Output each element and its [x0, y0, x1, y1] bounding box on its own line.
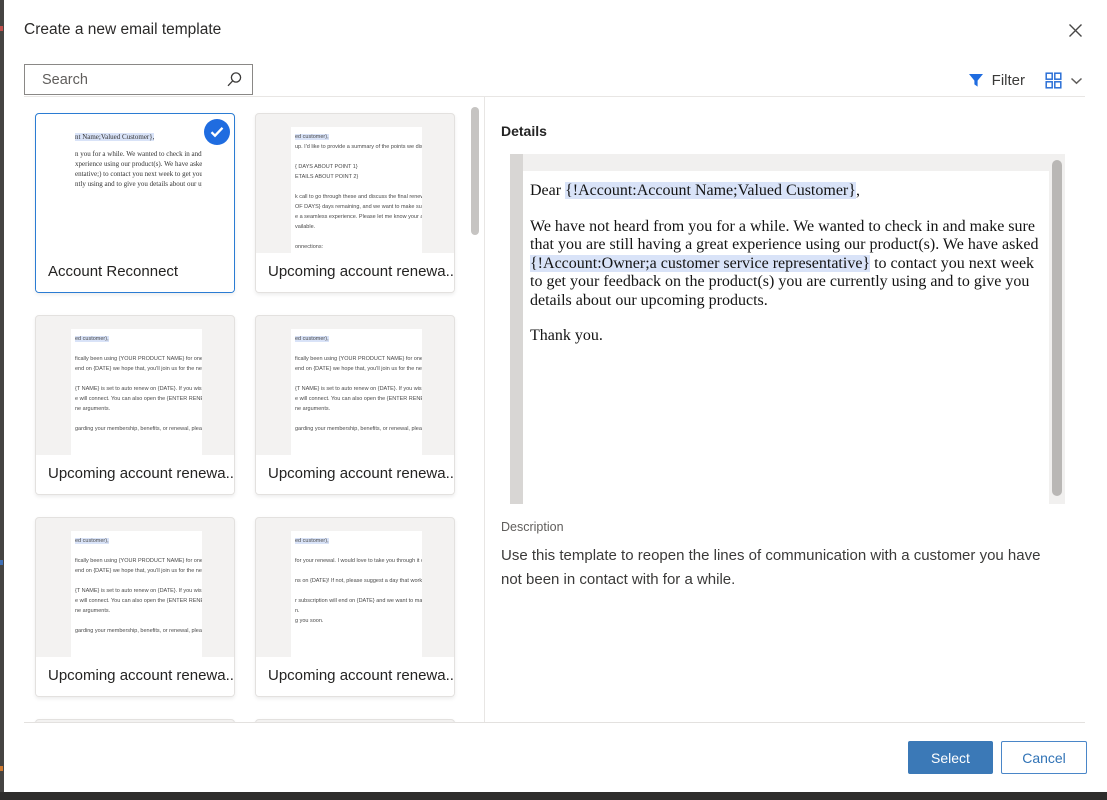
close-button[interactable]	[1065, 20, 1085, 40]
template-thumbnail: ed customer), fically been using {YOUR P…	[36, 518, 234, 657]
cancel-button[interactable]: Cancel	[1001, 741, 1087, 774]
create-email-template-dialog: Create a new email template Filter	[4, 0, 1107, 792]
search-box	[24, 64, 253, 95]
template-list-panel: nt Name;Valued Customer},n you for a whi…	[24, 97, 485, 722]
merge-token-owner: {!Account:Owner;a customer service repre…	[530, 255, 870, 272]
preview-scrollbar-thumb[interactable]	[1052, 160, 1062, 496]
template-preview: Dear {!Account:Account Name;Valued Custo…	[510, 154, 1065, 504]
template-name: Upcoming account renewa...	[256, 455, 454, 494]
template-name: Account Reconnect	[36, 253, 234, 292]
template-card-upcoming-renewal-5[interactable]: ed customer), for your renewal. I would …	[255, 517, 455, 697]
search-icon[interactable]	[226, 71, 243, 88]
template-card-upcoming-renewal-1[interactable]: ed customer),up. I'd like to provide a s…	[255, 113, 455, 293]
footer-divider	[24, 722, 1085, 723]
template-card-upcoming-renewal-2[interactable]: ed customer), fically been using {YOUR P…	[35, 315, 235, 495]
preview-margin-strip	[510, 154, 523, 504]
template-grid: nt Name;Valued Customer},n you for a whi…	[24, 97, 484, 722]
close-icon	[1068, 23, 1083, 38]
template-list-scrollbar-thumb[interactable]	[471, 107, 479, 235]
preview-scrollbar-track	[1049, 154, 1065, 504]
background-pixel	[0, 560, 3, 565]
thumbnail-text: ed customer),up. I'd like to provide a s…	[291, 127, 422, 253]
background-pixel	[0, 26, 3, 31]
template-card-account-reconnect[interactable]: nt Name;Valued Customer},n you for a whi…	[35, 113, 235, 293]
description-text: Use this template to reopen the lines of…	[501, 544, 1053, 592]
chevron-down-icon	[1070, 75, 1083, 86]
template-name: Upcoming account renewa...	[256, 657, 454, 696]
thumbnail-text: ed customer), fically been using {YOUR P…	[291, 329, 422, 455]
template-thumbnail: ed customer),up. I'd like to provide a s…	[256, 114, 454, 253]
grid-view-icon	[1045, 72, 1062, 89]
template-thumbnail: ed customer), for your renewal. I would …	[256, 518, 454, 657]
background-page-edge	[0, 792, 1107, 800]
merge-token-account-name: {!Account:Account Name;Valued Customer}	[565, 182, 856, 199]
selected-check-badge	[204, 119, 230, 145]
background-pixel	[0, 766, 3, 771]
preview-greeting: Dear {!Account:Account Name;Valued Custo…	[530, 182, 1041, 201]
template-name: Upcoming account renewa...	[36, 657, 234, 696]
template-thumbnail: ed customer), fically been using {YOUR P…	[256, 316, 454, 455]
thumbnail-text: ed customer), fically been using {YOUR P…	[71, 329, 202, 455]
filter-button[interactable]: Filter	[968, 72, 1025, 89]
toolbar-right: Filter	[968, 66, 1083, 94]
select-button[interactable]: Select	[908, 741, 993, 774]
filter-label: Filter	[992, 72, 1025, 89]
details-heading: Details	[501, 123, 1091, 139]
dialog-title: Create a new email template	[24, 21, 221, 39]
thumbnail-text: ed customer), for your renewal. I would …	[291, 531, 422, 657]
preview-closing: Thank you.	[530, 327, 1041, 346]
filter-funnel-icon	[968, 73, 984, 88]
template-name: Upcoming account renewa...	[256, 253, 454, 292]
thumbnail-text: ed customer), fically been using {YOUR P…	[71, 531, 202, 657]
template-card-upcoming-renewal-4[interactable]: ed customer), fically been using {YOUR P…	[35, 517, 235, 697]
search-input[interactable]	[42, 65, 220, 94]
preview-paragraph: We have not heard from you for a while. …	[530, 218, 1041, 311]
thumbnail-text: nt Name;Valued Customer},n you for a whi…	[71, 127, 202, 253]
description-label: Description	[501, 520, 1091, 534]
template-card-upcoming-renewal-3[interactable]: ed customer), fically been using {YOUR P…	[255, 315, 455, 495]
details-panel: Details Dear {!Account:Account Name;Valu…	[501, 97, 1091, 592]
template-thumbnail: ed customer), fically been using {YOUR P…	[36, 316, 234, 455]
preview-viewport: Dear {!Account:Account Name;Valued Custo…	[523, 154, 1049, 504]
view-switcher-button[interactable]	[1045, 72, 1083, 89]
preview-email-body: Dear {!Account:Account Name;Valued Custo…	[523, 171, 1049, 504]
check-icon	[210, 126, 224, 138]
template-name: Upcoming account renewa...	[36, 455, 234, 494]
